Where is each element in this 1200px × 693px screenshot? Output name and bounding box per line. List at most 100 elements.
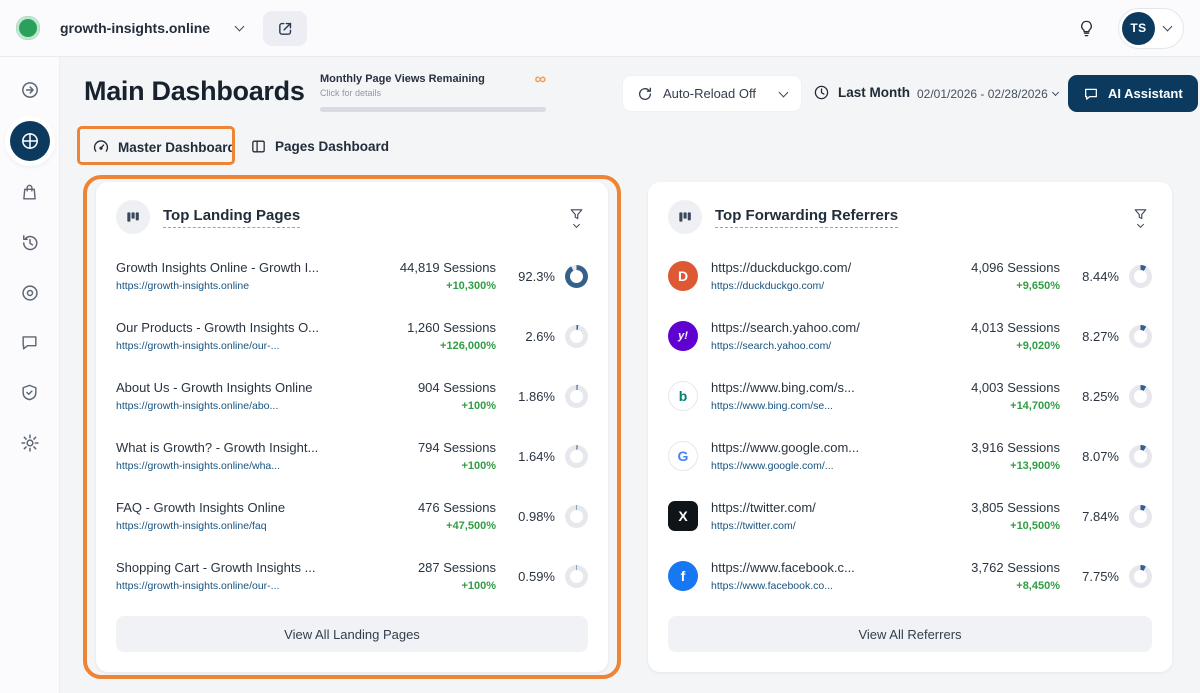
avatar: TS <box>1122 12 1155 45</box>
site-name: growth-insights.online <box>60 20 210 36</box>
landing-page-row[interactable]: FAQ - Growth Insights Online https://gro… <box>116 486 588 546</box>
sessions-change: +14,700% <box>944 400 1060 412</box>
date-range-selector[interactable]: 02/01/2026 - 02/28/2026 <box>917 87 1058 101</box>
sidebar-nav <box>0 57 60 693</box>
landing-page-row[interactable]: Our Products - Growth Insights O... http… <box>116 306 588 366</box>
filter-funnel-icon <box>1133 207 1148 222</box>
referrer-url-link[interactable]: https://www.bing.com/se... <box>711 400 936 412</box>
percent-share: 2.6% <box>525 329 555 344</box>
percent-share: 8.07% <box>1082 449 1119 464</box>
top-header: growth-insights.online TS <box>0 0 1200 57</box>
filter-funnel-icon <box>569 207 584 222</box>
sidebar-item-goals[interactable] <box>11 274 48 311</box>
sidebar-item-feedback[interactable] <box>11 324 48 361</box>
landing-pages-title: Top Landing Pages <box>163 207 300 228</box>
period-selector[interactable]: Last Month <box>813 84 910 101</box>
sidebar-item-privacy[interactable] <box>11 374 48 411</box>
sessions-count: 4,013 Sessions <box>944 320 1060 335</box>
clock-icon <box>813 84 830 101</box>
percent-share: 7.75% <box>1082 569 1119 584</box>
referrer-row[interactable]: b https://www.bing.com/s... https://www.… <box>668 366 1152 426</box>
landing-page-url-link[interactable]: https://growth-insights.online/faq <box>116 520 372 532</box>
tab-pages-dashboard[interactable]: Pages Dashboard <box>250 138 389 155</box>
sessions-change: +47,500% <box>380 520 496 532</box>
sessions-change: +8,450% <box>944 580 1060 592</box>
sessions-change: +9,650% <box>944 280 1060 292</box>
ai-chat-icon <box>1083 86 1099 102</box>
ai-assistant-button[interactable]: AI Assistant <box>1068 75 1198 112</box>
refresh-icon <box>637 86 653 102</box>
sessions-count: 4,003 Sessions <box>944 380 1060 395</box>
sessions-change: +13,900% <box>944 460 1060 472</box>
referrers-title: Top Forwarding Referrers <box>715 207 898 228</box>
external-link-icon <box>277 20 294 37</box>
referrer-url-link[interactable]: https://search.yahoo.com/ <box>711 340 936 352</box>
landing-page-url-link[interactable]: https://growth-insights.online <box>116 280 372 292</box>
sidebar-item-dashboards[interactable] <box>10 121 50 161</box>
landing-page-row[interactable]: About Us - Growth Insights Online https:… <box>116 366 588 426</box>
tab-label: Master Dashboard <box>118 140 236 155</box>
referrer-row[interactable]: y! https://search.yahoo.com/ https://sea… <box>668 306 1152 366</box>
landing-page-url-link[interactable]: https://growth-insights.online/our-... <box>116 580 372 592</box>
percent-share: 0.59% <box>518 569 555 584</box>
landing-page-url-link[interactable]: https://growth-insights.online/abo... <box>116 400 372 412</box>
landing-page-row[interactable]: Growth Insights Online - Growth I... htt… <box>116 246 588 306</box>
referrer-url-link[interactable]: https://www.facebook.co... <box>711 580 936 592</box>
page-views-remaining[interactable]: Monthly Page Views Remaining Click for d… <box>320 73 546 112</box>
landing-page-row[interactable]: Shopping Cart - Growth Insights ... http… <box>116 546 588 606</box>
donut-chart <box>1129 265 1152 288</box>
chevron-down-icon <box>1163 22 1173 32</box>
auto-reload-dropdown[interactable]: Auto-Reload Off <box>622 75 802 112</box>
percent-share: 1.86% <box>518 389 555 404</box>
landing-pages-filter-button[interactable] <box>565 203 588 231</box>
donut-chart <box>565 265 588 288</box>
tips-button[interactable] <box>1077 19 1096 38</box>
sessions-count: 904 Sessions <box>380 380 496 395</box>
donut-chart <box>1129 385 1152 408</box>
sessions-change: +10,500% <box>944 520 1060 532</box>
referrer-row[interactable]: f https://www.facebook.c... https://www.… <box>668 546 1152 606</box>
referrer-url-link[interactable]: https://www.google.com/... <box>711 460 936 472</box>
yahoo-icon: y! <box>668 321 698 351</box>
percent-share: 8.25% <box>1082 389 1119 404</box>
donut-chart <box>565 445 588 468</box>
referrer-row[interactable]: D https://duckduckgo.com/ https://duckdu… <box>668 246 1152 306</box>
user-menu[interactable]: TS <box>1118 8 1184 49</box>
referrer-title: https://search.yahoo.com/ <box>711 320 936 335</box>
donut-chart <box>1129 505 1152 528</box>
landing-pages-card-icon <box>116 200 150 234</box>
sessions-count: 1,260 Sessions <box>380 320 496 335</box>
referrers-filter-button[interactable] <box>1129 203 1152 231</box>
sidebar-item-enter[interactable] <box>11 71 48 108</box>
open-website-button[interactable] <box>263 11 307 46</box>
landing-page-row[interactable]: What is Growth? - Growth Insight... http… <box>116 426 588 486</box>
referrer-row[interactable]: X https://twitter.com/ https://twitter.c… <box>668 486 1152 546</box>
twitter-icon: X <box>668 501 698 531</box>
referrer-url-link[interactable]: https://twitter.com/ <box>711 520 936 532</box>
enter-icon <box>20 80 40 100</box>
referrer-title: https://www.facebook.c... <box>711 560 936 575</box>
website-selector[interactable]: growth-insights.online <box>50 14 253 42</box>
donut-chart <box>1129 565 1152 588</box>
sidebar-item-history[interactable] <box>11 224 48 261</box>
donut-chart <box>565 325 588 348</box>
tab-master-dashboard[interactable]: Master Dashboard <box>92 138 236 156</box>
sidebar-item-settings[interactable] <box>11 424 48 461</box>
sessions-change: +9,020% <box>944 340 1060 352</box>
view-all-referrers-button[interactable]: View All Referrers <box>668 616 1152 652</box>
bing-icon: b <box>668 381 698 411</box>
percent-share: 8.44% <box>1082 269 1119 284</box>
landing-page-url-link[interactable]: https://growth-insights.online/our-... <box>116 340 372 352</box>
sessions-count: 287 Sessions <box>380 560 496 575</box>
view-all-landing-pages-button[interactable]: View All Landing Pages <box>116 616 588 652</box>
page-views-sublabel: Click for details <box>320 88 485 98</box>
referrers-list: D https://duckduckgo.com/ https://duckdu… <box>648 242 1172 606</box>
goals-target-icon <box>20 283 40 303</box>
sidebar-item-ecommerce[interactable] <box>11 174 48 211</box>
landing-page-url-link[interactable]: https://growth-insights.online/wha... <box>116 460 372 472</box>
landing-pages-list: Growth Insights Online - Growth I... htt… <box>96 242 608 606</box>
sessions-change: +10,300% <box>380 280 496 292</box>
referrer-row[interactable]: G https://www.google.com... https://www.… <box>668 426 1152 486</box>
referrer-url-link[interactable]: https://duckduckgo.com/ <box>711 280 936 292</box>
referrer-title: https://duckduckgo.com/ <box>711 260 936 275</box>
